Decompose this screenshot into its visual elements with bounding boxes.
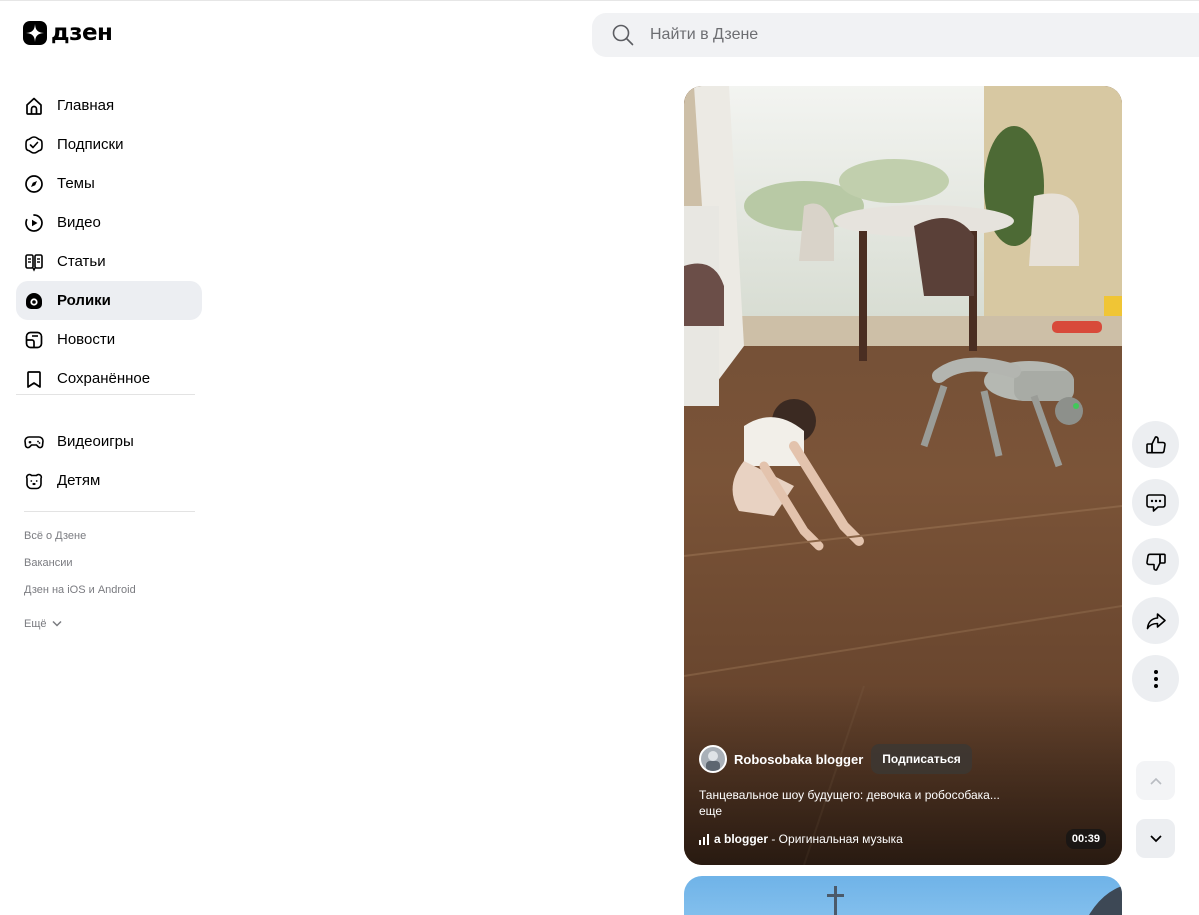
logo-text: дзен — [51, 20, 113, 46]
sidebar-item-label: Главная — [57, 97, 115, 114]
sidebar-item-label: Ролики — [57, 292, 111, 309]
share-button[interactable] — [1132, 597, 1179, 644]
music-title: - Оригинальная музыка — [768, 832, 903, 846]
channel-row: Robosobaka blogger Подписаться — [699, 744, 972, 774]
share-icon — [1146, 612, 1166, 629]
music-row[interactable]: a blogger - Оригинальная музыка — [699, 832, 903, 846]
shorts-icon — [24, 291, 44, 311]
book-icon — [24, 252, 44, 272]
sidebar-item-label: Статьи — [57, 253, 106, 270]
like-icon — [1145, 435, 1166, 453]
footer-link-vacancies[interactable]: Вакансии — [24, 556, 136, 583]
video-description: Танцевальное шоу будущего: девочка и роб… — [699, 788, 1000, 802]
gamepad-icon — [24, 432, 44, 452]
dislike-icon — [1145, 552, 1166, 571]
sidebar-item-articles[interactable]: Статьи — [16, 242, 202, 281]
comments-icon — [1145, 493, 1166, 512]
subscriptions-icon — [24, 135, 44, 155]
chevron-up-icon — [1149, 777, 1162, 785]
subscribe-button[interactable]: Подписаться — [871, 744, 972, 774]
search-bar[interactable] — [592, 13, 1199, 57]
video-play-icon — [24, 213, 44, 233]
sidebar-divider — [16, 394, 195, 395]
dislike-button[interactable] — [1132, 538, 1179, 585]
video-duration-badge: 00:39 — [1065, 829, 1106, 849]
channel-avatar[interactable] — [699, 745, 727, 773]
audio-bars-icon — [699, 833, 709, 845]
sidebar-item-saved[interactable]: Сохранённое — [16, 359, 202, 398]
sidebar-item-label: Сохранённое — [57, 370, 151, 387]
footer-link-apps[interactable]: Дзен на iOS и Android — [24, 583, 136, 610]
home-icon — [24, 96, 44, 116]
sidebar-item-label: Новости — [57, 331, 116, 348]
sidebar-item-label: Темы — [57, 175, 95, 192]
next-video-button[interactable] — [1136, 819, 1175, 858]
search-input[interactable] — [650, 26, 1150, 44]
more-vertical-icon — [1153, 669, 1158, 688]
dzen-star-icon — [23, 21, 47, 45]
description-more-link[interactable]: еще — [699, 804, 722, 818]
sidebar-item-label: Подписки — [57, 136, 124, 153]
comments-button[interactable] — [1132, 479, 1179, 526]
like-button[interactable] — [1132, 421, 1179, 468]
sidebar-item-topics[interactable]: Темы — [16, 164, 202, 203]
sidebar-divider — [24, 511, 195, 512]
next-short-video-preview[interactable] — [684, 876, 1122, 915]
bookmark-icon — [24, 369, 44, 389]
sidebar-footer-links: Всё о Дзене Вакансии Дзен на iOS и Andro… — [24, 529, 136, 637]
channel-name[interactable]: Robosobaka blogger — [734, 752, 863, 767]
more-label: Ещё — [24, 617, 47, 630]
music-author: a blogger — [714, 832, 769, 846]
sidebar-item-news[interactable]: Новости — [16, 320, 202, 359]
search-icon — [612, 24, 634, 46]
footer-more-button[interactable]: Ещё — [24, 610, 136, 637]
dzen-logo[interactable]: дзен — [23, 20, 113, 46]
sidebar-item-shorts[interactable]: Ролики — [16, 281, 202, 320]
previous-video-button[interactable] — [1136, 761, 1175, 800]
sidebar-item-label: Видеоигры — [57, 433, 134, 450]
sidebar-item-kids[interactable]: Детям — [16, 461, 202, 500]
chevron-down-icon — [1149, 834, 1162, 842]
footer-link-about[interactable]: Всё о Дзене — [24, 529, 136, 556]
kids-bear-icon — [24, 471, 44, 491]
news-icon — [24, 330, 44, 350]
sidebar-nav: Главная Подписки Темы Видео Статьи Ролик… — [16, 86, 202, 398]
short-video-player[interactable]: Robosobaka blogger Подписаться Танцеваль… — [684, 86, 1122, 865]
sidebar-secondary-nav: Видеоигры Детям — [16, 422, 202, 500]
sidebar-item-home[interactable]: Главная — [16, 86, 202, 125]
chevron-down-icon — [51, 620, 62, 627]
sidebar-item-label: Видео — [57, 214, 101, 231]
compass-icon — [24, 174, 44, 194]
more-options-button[interactable] — [1132, 655, 1179, 702]
sidebar-item-label: Детям — [57, 472, 101, 489]
top-border — [0, 0, 1199, 1]
sidebar-item-videogames[interactable]: Видеоигры — [16, 422, 202, 461]
sidebar-item-video[interactable]: Видео — [16, 203, 202, 242]
sidebar-item-subscriptions[interactable]: Подписки — [16, 125, 202, 164]
